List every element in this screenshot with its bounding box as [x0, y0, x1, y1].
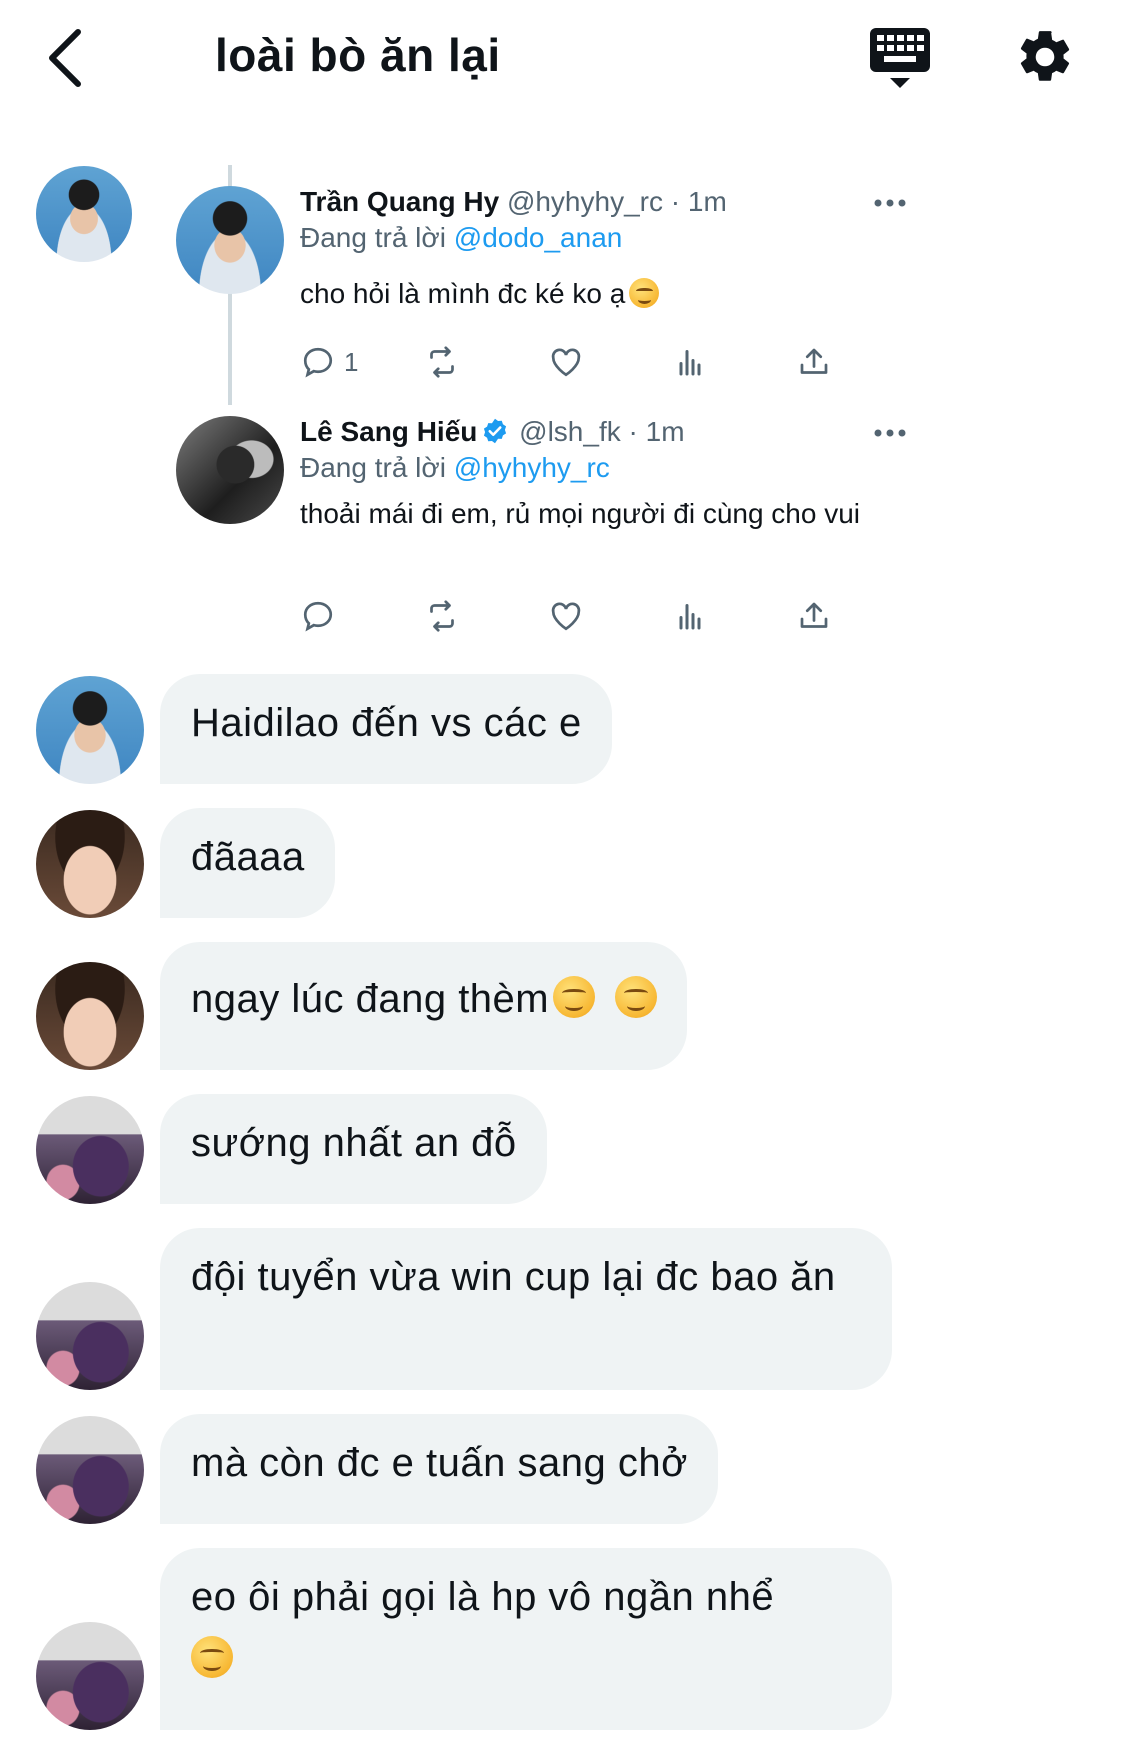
tweet-actions	[300, 596, 860, 636]
message-text: Haidilao đến vs các e	[191, 701, 582, 745]
avatar[interactable]	[36, 1096, 144, 1204]
message-bubble[interactable]: Haidilao đến vs các e	[160, 674, 612, 784]
message-text: eo ôi phải gọi là hp vô ngần nhể	[191, 1575, 775, 1619]
reply-prefix: Đang trả lời	[300, 452, 446, 483]
avatar[interactable]	[36, 676, 144, 784]
message-bubble[interactable]: đội tuyển vừa win cup lại đc bao ăn	[160, 1228, 892, 1390]
retweet-button[interactable]	[424, 342, 460, 382]
message-bubble[interactable]: eo ôi phải gọi là hp vô ngần nhể	[160, 1548, 892, 1730]
message-bubble[interactable]: đãaaa	[160, 808, 335, 918]
tweet-text: cho hỏi là mình đc ké ko ạ	[300, 278, 626, 309]
smirking-face-emoji-icon	[191, 1636, 233, 1678]
verified-badge-icon	[484, 418, 507, 444]
smiling-face-emoji-icon	[629, 278, 660, 308]
like-button[interactable]	[548, 342, 584, 382]
heart-icon	[551, 348, 581, 377]
heart-icon	[551, 602, 581, 631]
more-options-icon[interactable]	[873, 198, 907, 208]
avatar[interactable]	[36, 1416, 144, 1524]
back-button[interactable]	[42, 24, 92, 94]
share-icon	[800, 348, 828, 374]
tweet-author-handle: @lsh_fk	[519, 416, 621, 447]
share-button[interactable]	[796, 596, 832, 636]
tweet-actions: 1	[300, 342, 860, 382]
message-bubble[interactable]: ngay lúc đang thèm	[160, 942, 687, 1070]
gear-icon	[1020, 31, 1070, 81]
share-button[interactable]	[796, 342, 832, 382]
analytics-icon	[679, 604, 701, 630]
message-text: đội tuyển vừa win cup lại đc bao ăn	[191, 1255, 836, 1299]
face-savoring-food-emoji-icon	[553, 976, 596, 1018]
reply-button[interactable]: 1	[300, 342, 358, 382]
reply-button[interactable]	[300, 596, 336, 636]
tweet-text: thoải mái đi em, rủ mọi người đi cùng ch…	[300, 498, 861, 529]
analytics-button[interactable]	[672, 596, 708, 636]
tweet-author-avatar[interactable]	[176, 416, 284, 524]
reply-mention[interactable]: @dodo_anan	[454, 222, 623, 253]
message-bubble[interactable]: mà còn đc e tuấn sang chở	[160, 1414, 718, 1524]
settings-button[interactable]	[1014, 26, 1076, 88]
conversation-title: loài bò ăn lại	[215, 29, 501, 81]
more-options-icon[interactable]	[873, 428, 907, 438]
message-text: đãaaa	[191, 835, 305, 879]
message-text: mà còn đc e tuấn sang chở	[191, 1441, 688, 1485]
retweet-icon	[430, 346, 454, 378]
tweet-time: · 1m	[670, 186, 727, 217]
reply-tweet[interactable]: Lê Sang Hiếu @lsh_fk · 1m Đang trả lời @…	[300, 416, 920, 532]
avatar[interactable]	[36, 962, 144, 1070]
retweet-icon	[430, 600, 454, 632]
retweet-button[interactable]	[424, 596, 460, 636]
analytics-icon	[679, 350, 701, 376]
tweet-author-name: Trần Quang Hy	[300, 186, 500, 217]
avatar[interactable]	[36, 1622, 144, 1730]
avatar[interactable]	[36, 810, 144, 918]
tweet-author-avatar[interactable]	[176, 186, 284, 294]
tweet-author-handle: @hyhyhy_rc	[506, 186, 663, 217]
reply-prefix: Đang trả lời	[300, 222, 446, 253]
like-button[interactable]	[548, 596, 584, 636]
face-savoring-food-emoji-icon	[614, 976, 657, 1018]
chat-header: loài bò ăn lại	[0, 0, 1125, 120]
quoted-tweet[interactable]: Trần Quang Hy @hyhyhy_rc · 1m Đang trả l…	[300, 186, 920, 312]
message-text: sướng nhất an đỗ	[191, 1121, 517, 1165]
reply-icon	[303, 601, 333, 632]
avatar[interactable]	[36, 1282, 144, 1390]
reply-mention[interactable]: @hyhyhy_rc	[454, 452, 610, 483]
analytics-button[interactable]	[672, 342, 708, 382]
tweet-time: · 1m	[628, 416, 685, 447]
keyboard-button[interactable]	[868, 26, 932, 92]
reply-count: 1	[344, 346, 359, 377]
keyboard-icon	[870, 28, 930, 88]
tweet-author-name: Lê Sang Hiếu	[300, 416, 478, 447]
chevron-left-icon	[49, 29, 81, 87]
avatar[interactable]	[36, 166, 132, 262]
message-bubble[interactable]: sướng nhất an đỗ	[160, 1094, 547, 1204]
share-icon	[800, 602, 828, 628]
reply-icon	[303, 347, 333, 378]
message-text: ngay lúc đang thèm	[191, 977, 550, 1021]
